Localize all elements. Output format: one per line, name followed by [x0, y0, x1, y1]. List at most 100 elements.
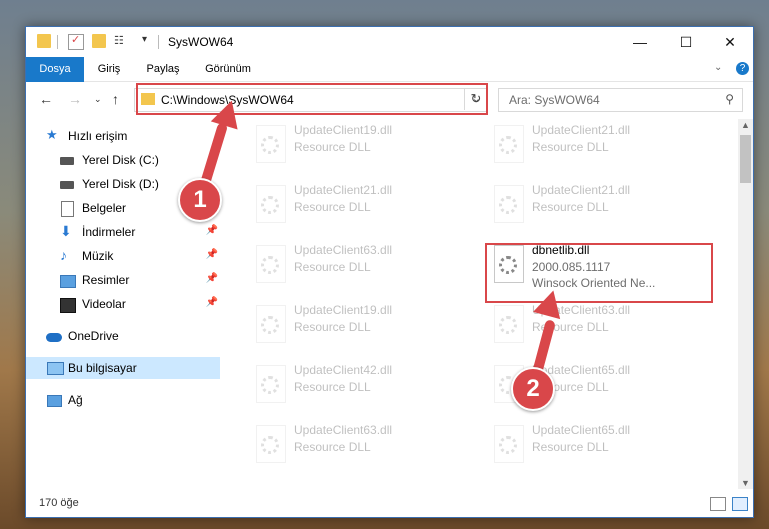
step-badge-1: 1 [178, 178, 222, 222]
file-item[interactable]: UpdateClient42.dll Resource DLL [244, 359, 464, 405]
file-item[interactable]: UpdateClient21.dll Resource DLL [482, 179, 702, 225]
scrollbar-thumb[interactable] [740, 135, 751, 183]
tab-share[interactable]: Paylaş [136, 57, 190, 81]
file-type: Resource DLL [294, 140, 371, 154]
back-arrow-icon[interactable]: ← [39, 91, 53, 107]
sidebar-item-label: OneDrive [68, 329, 119, 343]
address-highlight-box [136, 83, 488, 115]
vertical-scrollbar[interactable]: ▲ ▼ [738, 119, 753, 489]
file-type: Resource DLL [294, 200, 371, 214]
pin-icon[interactable]: 📌 [206, 273, 218, 284]
title-bar: ✓ ☷ ▾ SysWOW64 — ☐ ✕ [26, 27, 753, 57]
sidebar-item-label: Müzik [82, 249, 114, 263]
monitor-icon [47, 362, 64, 375]
file-type: Resource DLL [294, 380, 371, 394]
dll-file-icon [494, 305, 524, 343]
sidebar-item-label: Yerel Disk (C:) [82, 153, 159, 167]
sidebar-item-label: İndirmeler [82, 225, 136, 239]
file-name: UpdateClient19.dll [294, 123, 393, 137]
sidebar-item-label: Hızlı erişim [68, 129, 128, 143]
sidebar-item-quick-access[interactable]: ★ Hızlı erişim [26, 125, 220, 147]
close-button[interactable]: ✕ [707, 27, 753, 57]
sidebar-item-disk-c[interactable]: Yerel Disk (C:) [26, 149, 220, 171]
file-name: UpdateClient21.dll [532, 183, 631, 197]
forward-arrow-icon[interactable]: → [68, 91, 82, 107]
details-view-icon[interactable] [710, 497, 726, 511]
dll-file-icon [256, 425, 286, 463]
music-note-icon: ♪ [60, 247, 67, 263]
dll-file-icon [256, 185, 286, 223]
film-icon [60, 298, 76, 313]
file-item[interactable]: UpdateClient63.dll Resource DLL [244, 419, 464, 465]
cloud-icon [46, 333, 62, 342]
file-name: UpdateClient21.dll [294, 183, 393, 197]
chevron-down-icon[interactable]: ⌄ [714, 62, 722, 73]
properties-icon[interactable]: ✓ [68, 34, 84, 50]
file-name: UpdateClient42.dll [294, 363, 393, 377]
tiles-view-icon[interactable] [732, 497, 748, 511]
dll-file-icon [494, 125, 524, 163]
sidebar-item-downloads[interactable]: ⬇ İndirmeler 📌 [26, 221, 220, 243]
help-icon[interactable]: ? [736, 62, 749, 75]
scroll-up-icon[interactable]: ▲ [741, 120, 750, 130]
search-box[interactable]: Ara: SysWOW64 ⚲ [498, 88, 743, 112]
file-list: UpdateClient19.dll Resource DLL UpdateCl… [230, 119, 738, 489]
search-input[interactable]: Ara: SysWOW64 [509, 93, 600, 107]
dll-file-icon [494, 425, 524, 463]
file-item[interactable]: UpdateClient63.dll Resource DLL [244, 239, 464, 285]
dll-file-icon [256, 305, 286, 343]
dll-file-icon [256, 365, 286, 403]
recent-locations-icon[interactable]: ⌄ [94, 94, 102, 105]
sidebar-item-label: Bu bilgisayar [68, 361, 137, 375]
pin-icon[interactable]: 📌 [206, 249, 218, 260]
file-name: UpdateClient21.dll [532, 123, 631, 137]
sidebar-item-videos[interactable]: Videolar 📌 [26, 293, 220, 315]
drive-icon [60, 157, 74, 165]
file-highlight-box [485, 243, 713, 303]
window-title: SysWOW64 [168, 35, 234, 49]
file-item[interactable]: UpdateClient19.dll Resource DLL [244, 299, 464, 345]
sidebar-item-label: Yerel Disk (D:) [82, 177, 159, 191]
file-name: UpdateClient19.dll [294, 303, 393, 317]
file-type: Resource DLL [294, 320, 371, 334]
sidebar-item-onedrive[interactable]: OneDrive [26, 325, 220, 347]
file-type: Resource DLL [294, 260, 371, 274]
sidebar-item-label: Resimler [82, 273, 130, 287]
tab-home[interactable]: Giriş [86, 57, 132, 81]
sidebar-item-network[interactable]: Ağ [26, 389, 220, 411]
document-icon [61, 201, 74, 217]
folder-icon [37, 34, 51, 48]
pin-icon[interactable]: 📌 [206, 225, 218, 236]
maximize-button[interactable]: ☐ [663, 27, 709, 57]
file-item[interactable]: UpdateClient21.dll Resource DLL [244, 179, 464, 225]
pin-icon[interactable]: 📌 [206, 297, 218, 308]
customize-toolbar-icon[interactable]: ☷ [114, 34, 128, 48]
status-bar: 170 öğe [26, 491, 753, 517]
file-item[interactable]: UpdateClient65.dll Resource DLL [482, 419, 702, 465]
dll-file-icon [256, 245, 286, 283]
sidebar-item-label: Belgeler [82, 201, 127, 215]
sidebar-item-this-pc[interactable]: Bu bilgisayar [26, 357, 220, 379]
file-item[interactable]: UpdateClient21.dll Resource DLL [482, 119, 702, 165]
tab-view[interactable]: Görünüm [196, 57, 260, 81]
divider [57, 35, 58, 49]
chevron-down-icon[interactable]: ▾ [142, 34, 156, 48]
sidebar-item-music[interactable]: ♪ Müzik 📌 [26, 245, 220, 267]
file-item[interactable]: UpdateClient63.dll Resource DLL [482, 299, 702, 345]
star-icon: ★ [46, 127, 58, 142]
file-type: Resource DLL [532, 200, 609, 214]
item-count: 170 öğe [39, 497, 79, 509]
file-type: Resource DLL [294, 440, 371, 454]
search-icon: ⚲ [725, 92, 734, 106]
sidebar-item-label: Videolar [82, 297, 126, 311]
minimize-button[interactable]: — [617, 27, 663, 57]
file-item[interactable]: UpdateClient19.dll Resource DLL [244, 119, 464, 165]
file-type: Resource DLL [532, 440, 609, 454]
up-arrow-icon[interactable]: ↑ [112, 91, 119, 107]
download-arrow-icon: ⬇ [60, 223, 72, 239]
new-folder-icon[interactable] [92, 34, 106, 48]
sidebar-item-label: Ağ [68, 393, 83, 407]
sidebar-item-pictures[interactable]: Resimler 📌 [26, 269, 220, 291]
navigation-pane: ★ Hızlı erişim Yerel Disk (C:) Yerel Dis… [26, 119, 220, 489]
scroll-down-icon[interactable]: ▼ [741, 478, 750, 488]
